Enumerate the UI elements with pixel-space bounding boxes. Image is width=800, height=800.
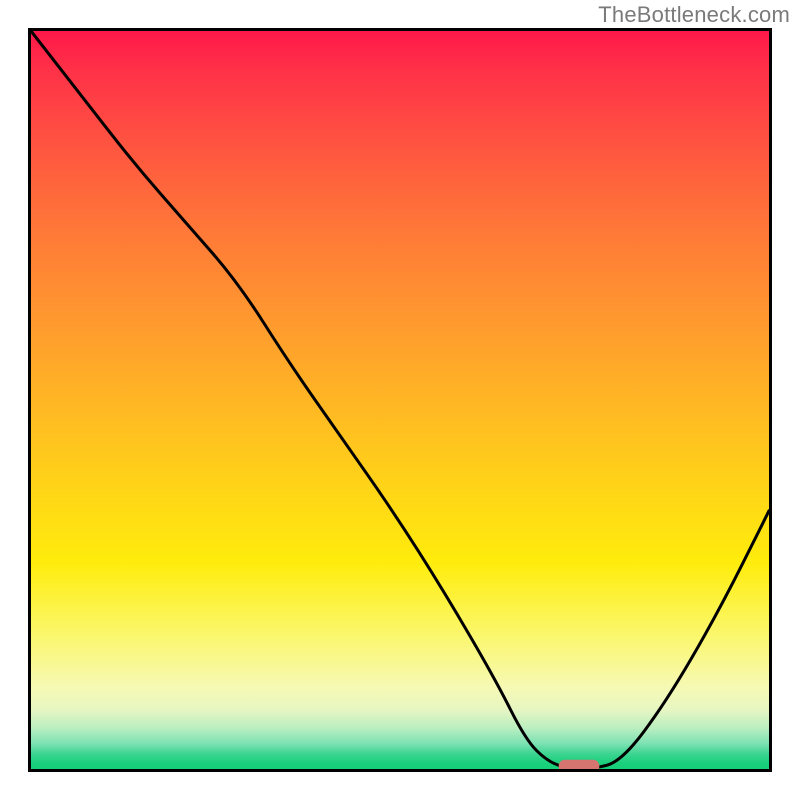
watermark-text: TheBottleneck.com xyxy=(598,2,790,28)
bottleneck-curve xyxy=(31,31,769,769)
flat-marker xyxy=(559,760,600,769)
chart-svg xyxy=(31,31,769,769)
chart-container: TheBottleneck.com xyxy=(0,0,800,800)
